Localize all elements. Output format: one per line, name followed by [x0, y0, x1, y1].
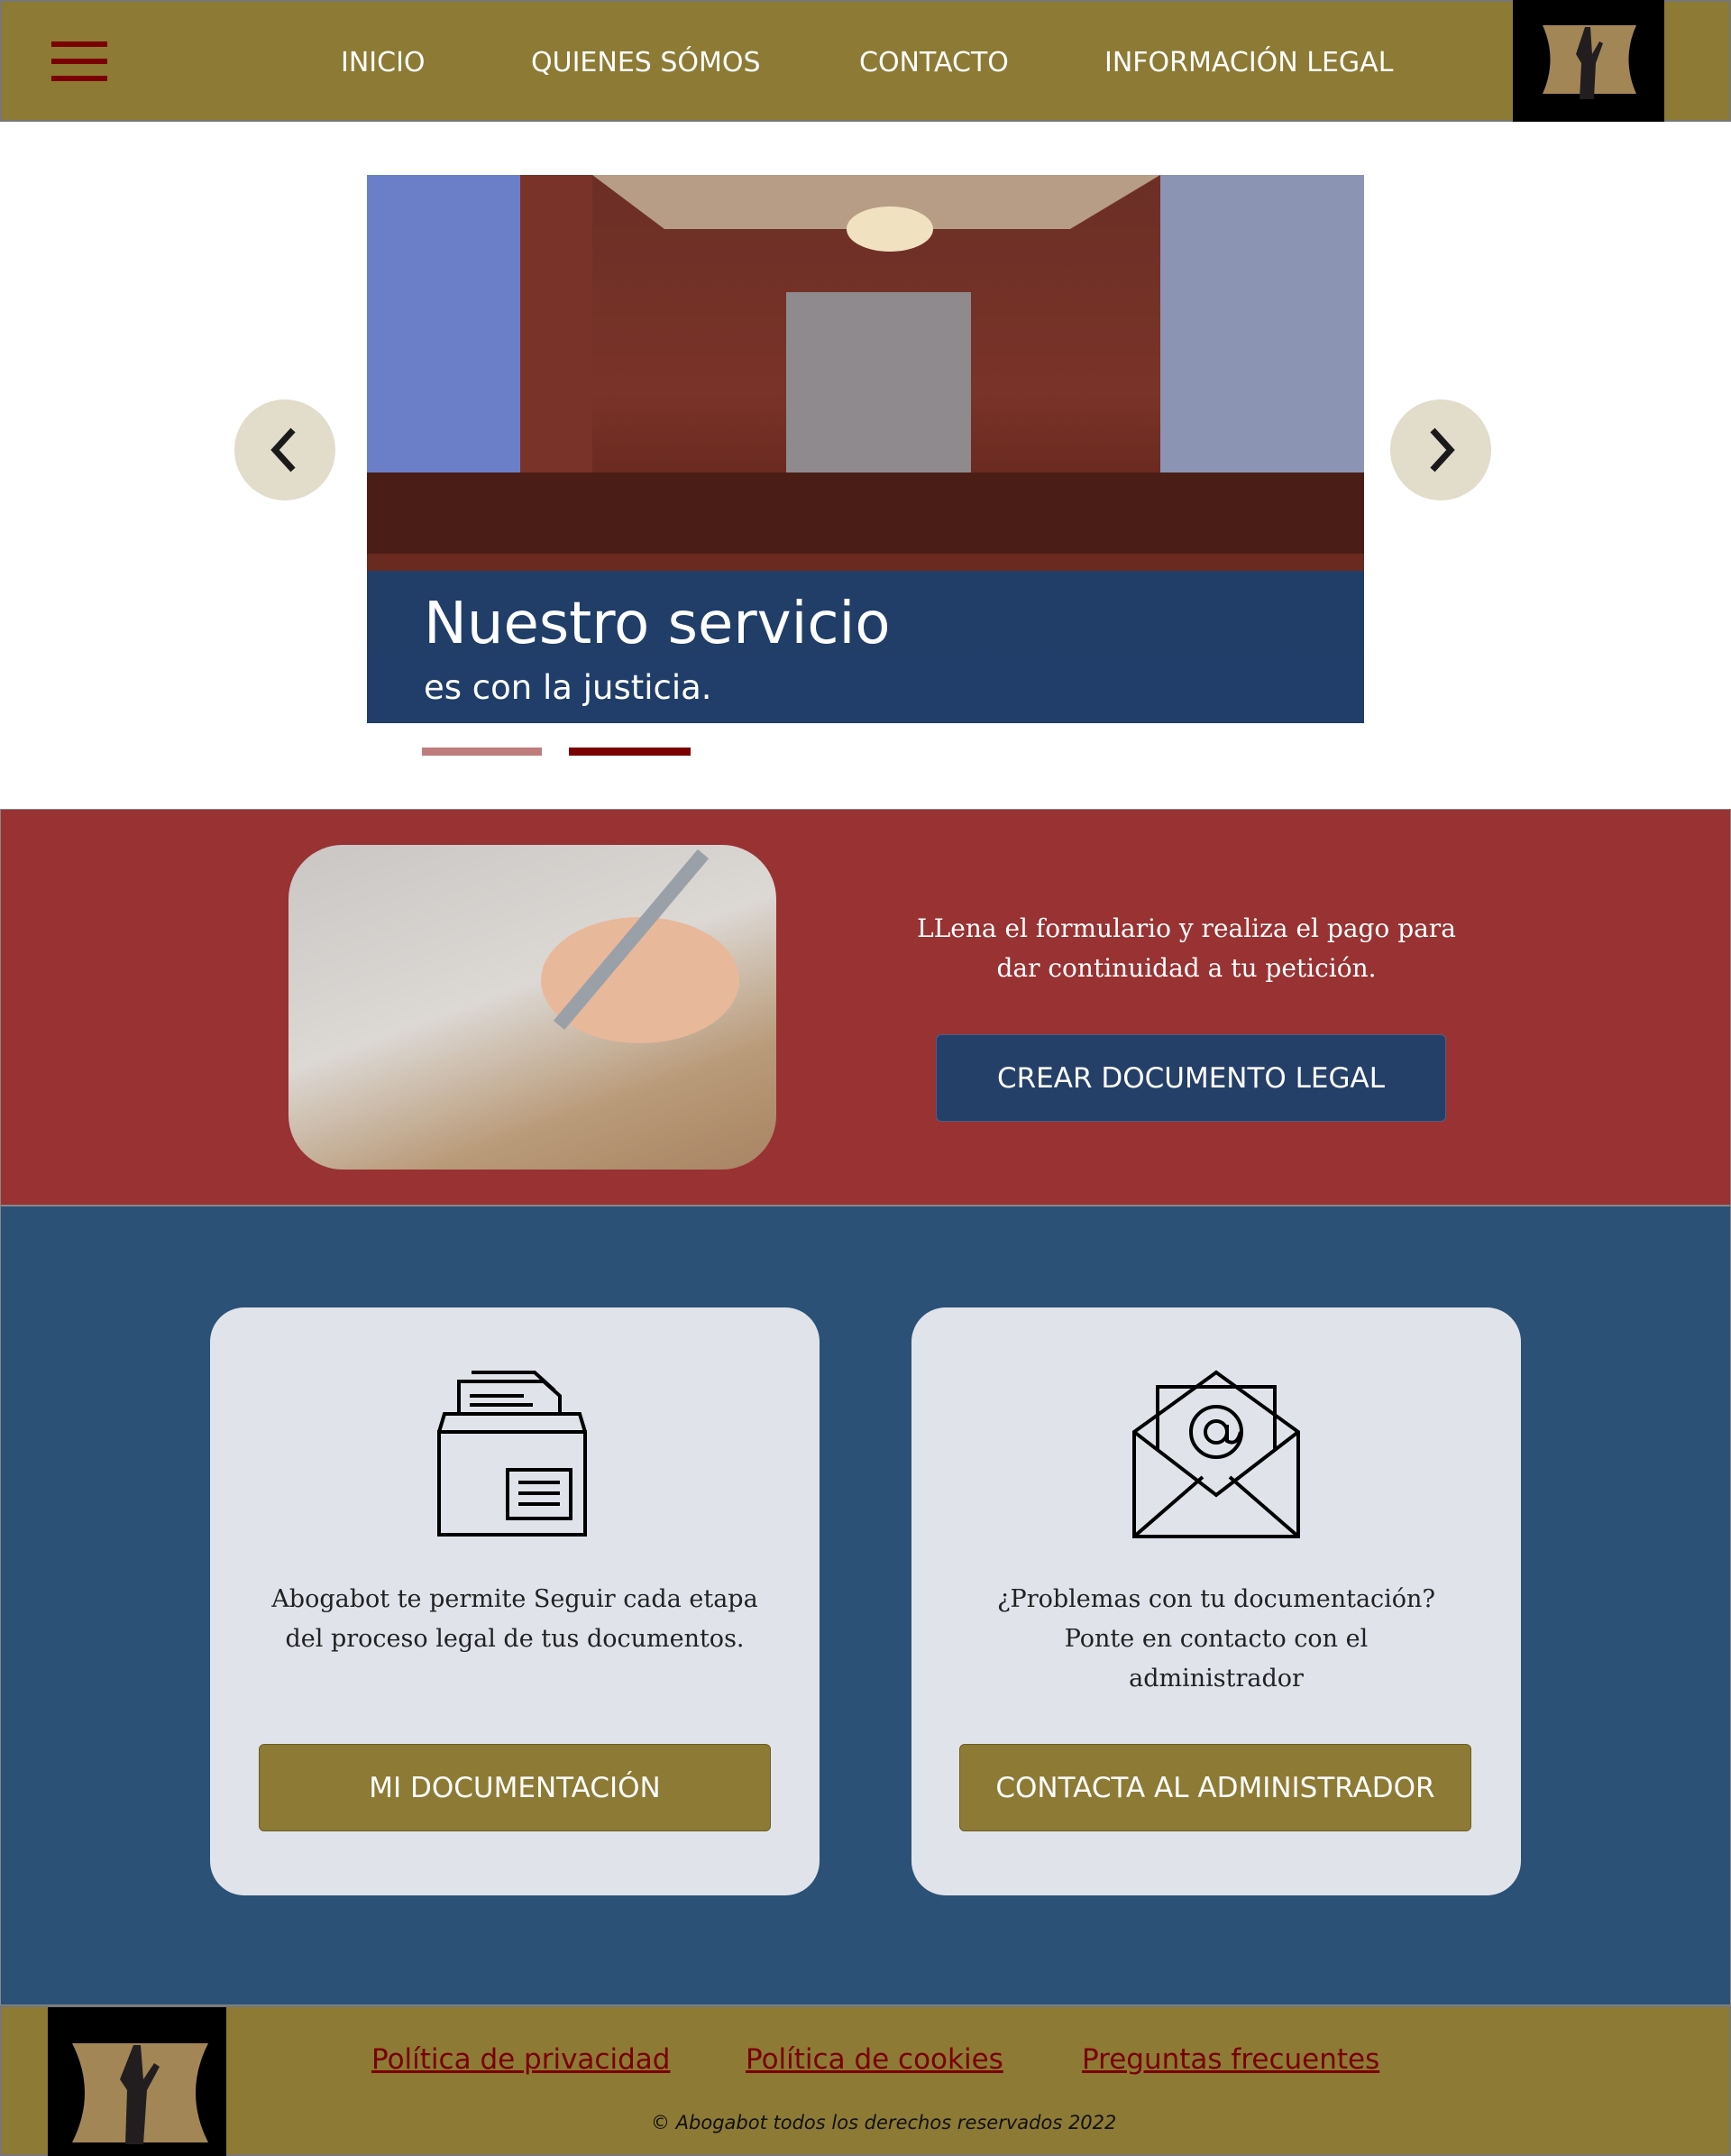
- carousel-prev-button[interactable]: [234, 399, 335, 500]
- document-folder-icon: [437, 1371, 587, 1537]
- copyright-text: © Abogabot todos los derechos reservados…: [651, 2112, 1117, 2133]
- my-documentation-button[interactable]: MI DOCUMENTACIÓN: [259, 1744, 771, 1831]
- nav-contacto[interactable]: CONTACTO: [859, 47, 1009, 78]
- cta-section: LLena el formulario y realiza el pago pa…: [0, 809, 1731, 1206]
- nav-inicio[interactable]: INICIO: [341, 47, 426, 78]
- chevron-right-icon: [1430, 427, 1455, 472]
- card-text-line: Abogabot te permite Seguir cada etapa: [271, 1585, 758, 1613]
- privacy-policy-link[interactable]: Política de privacidad: [371, 2043, 670, 2076]
- card-text-line: del proceso legal de tus documentos.: [285, 1625, 745, 1653]
- nav-informacion-legal[interactable]: INFORMACIÓN LEGAL: [1104, 47, 1393, 78]
- faq-link[interactable]: Preguntas frecuentes: [1082, 2043, 1379, 2076]
- create-legal-document-button[interactable]: CREAR DOCUMENTO LEGAL: [936, 1034, 1446, 1122]
- contact-admin-button[interactable]: CONTACTA AL ADMINISTRADOR: [959, 1744, 1471, 1831]
- card-text-line: ¿Problemas con tu documentación?: [997, 1585, 1435, 1613]
- cta-text-line: dar continuidad a tu petición.: [996, 953, 1377, 983]
- card-text-line: Ponte en contacto con el: [1064, 1625, 1369, 1653]
- carousel-slide-image: Nuestro servicio es con la justicia.: [367, 175, 1364, 723]
- contact-card: ¿Problemas con tu documentación? Ponte e…: [911, 1307, 1521, 1895]
- chevron-left-icon: [270, 427, 296, 472]
- carousel-subtitle: es con la justicia.: [424, 668, 712, 707]
- nav-quienes-somos[interactable]: QUIENES SÓMOS: [531, 47, 761, 78]
- cta-text: LLena el formulario y realiza el pago pa…: [812, 909, 1561, 988]
- carousel-title: Nuestro servicio: [424, 591, 891, 657]
- footer: Política de privacidad Política de cooki…: [0, 2005, 1731, 2156]
- header: INICIO QUIENES SÓMOS CONTACTO INFORMACIÓ…: [0, 0, 1731, 122]
- carousel-next-button[interactable]: [1390, 399, 1491, 500]
- carousel-caption: Nuestro servicio es con la justicia.: [367, 571, 1364, 723]
- cta-text-line: LLena el formulario y realiza el pago pa…: [917, 913, 1456, 943]
- cookies-policy-link[interactable]: Política de cookies: [746, 2043, 1003, 2076]
- card-text-line: administrador: [1129, 1665, 1304, 1693]
- hamburger-menu-icon[interactable]: [51, 41, 107, 81]
- carousel-indicator-1[interactable]: [422, 748, 542, 756]
- carousel-indicator-2[interactable]: [569, 748, 691, 756]
- email-envelope-icon: [1132, 1370, 1300, 1538]
- signing-document-image: [288, 845, 776, 1170]
- contact-text: ¿Problemas con tu documentación? Ponte e…: [911, 1580, 1521, 1699]
- documentation-text: Abogabot te permite Seguir cada etapa de…: [210, 1580, 820, 1659]
- documentation-card: Abogabot te permite Seguir cada etapa de…: [210, 1307, 820, 1895]
- footer-logo: [48, 2007, 226, 2156]
- logo[interactable]: [1513, 0, 1664, 122]
